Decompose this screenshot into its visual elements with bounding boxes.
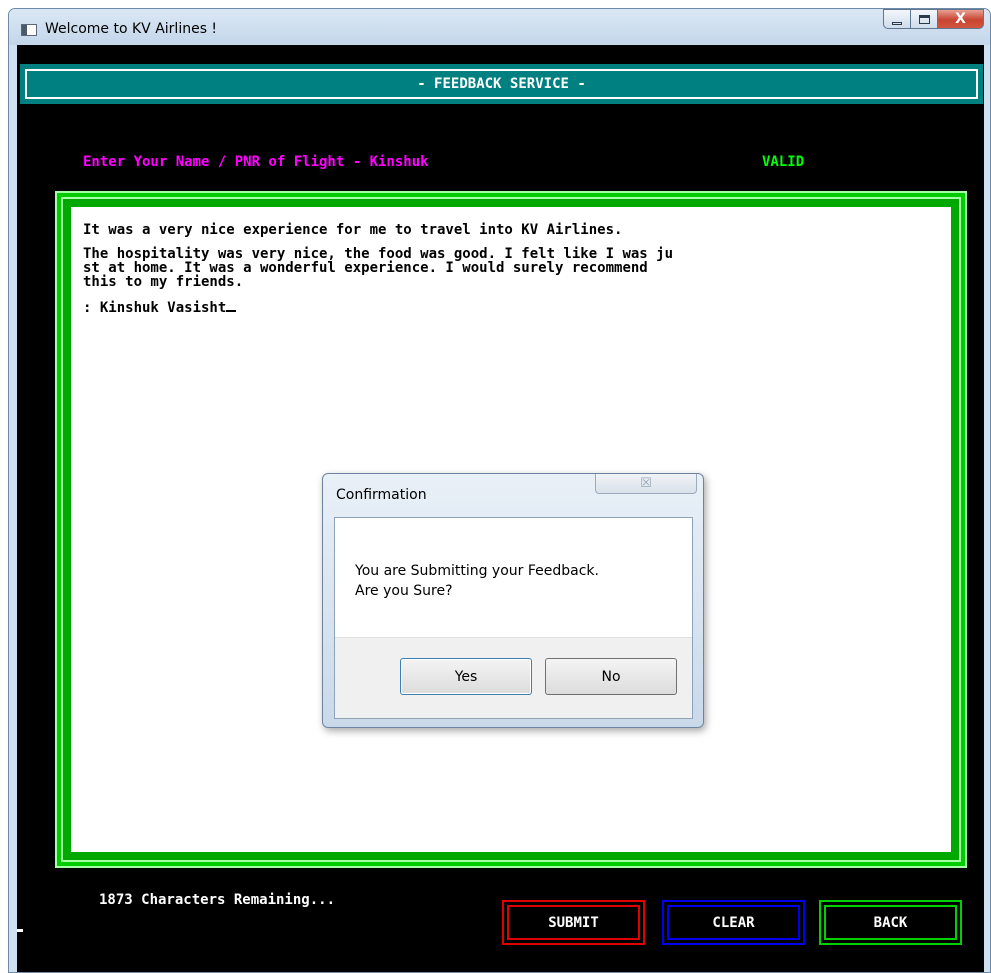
maximize-icon	[918, 14, 930, 24]
feedback-signature: : Kinshuk Vasisht	[83, 299, 939, 315]
app-window-icon	[21, 24, 37, 36]
valid-status: VALID	[762, 154, 805, 170]
feedback-line: The hospitality was very nice, the food …	[83, 246, 674, 290]
window-title: Welcome to KV Airlines !	[45, 21, 218, 37]
clear-button[interactable]: CLEAR	[662, 900, 805, 945]
close-button[interactable]: X	[938, 9, 984, 29]
back-button[interactable]: BACK	[819, 900, 962, 945]
yes-button[interactable]: Yes	[400, 658, 532, 695]
dialog-message-line: You are Submitting your Feedback.	[355, 563, 599, 579]
page-title: - FEEDBACK SERVICE -	[25, 69, 978, 99]
title-bar[interactable]: Welcome to KV Airlines ! X	[9, 9, 990, 45]
close-icon: X	[955, 11, 966, 27]
dialog-footer: Yes No	[335, 637, 692, 718]
dialog-close-button[interactable]: ☒	[595, 474, 697, 494]
console-cursor-mark	[17, 929, 23, 932]
submit-button-label: SUBMIT	[507, 905, 640, 940]
header-bar: - FEEDBACK SERVICE -	[20, 64, 983, 104]
text-cursor	[226, 299, 237, 312]
name-pnr-label: Enter Your Name / PNR of Flight - Kinshu…	[83, 154, 429, 170]
clear-button-label: CLEAR	[667, 905, 800, 940]
confirmation-dialog: Confirmation ☒ You are Submitting your F…	[322, 473, 704, 728]
submit-button[interactable]: SUBMIT	[502, 900, 645, 945]
feedback-signature-text: : Kinshuk Vasisht	[83, 300, 227, 316]
dialog-message-line: Are you Sure?	[355, 583, 453, 599]
minimize-button[interactable]	[883, 9, 911, 29]
dialog-body: You are Submitting your Feedback. Are yo…	[334, 517, 693, 719]
feedback-line: It was a very nice experience for me to …	[83, 222, 623, 238]
back-button-label: BACK	[824, 905, 957, 940]
minimize-icon	[892, 21, 902, 25]
dialog-message: You are Submitting your Feedback. Are yo…	[355, 561, 599, 601]
dialog-title: Confirmation	[336, 487, 427, 503]
close-icon: ☒	[640, 476, 652, 491]
no-button[interactable]: No	[545, 658, 677, 695]
window-controls: X	[883, 9, 984, 31]
chars-remaining-counter: 1873 Characters Remaining...	[99, 892, 336, 908]
maximize-button[interactable]	[911, 9, 938, 29]
